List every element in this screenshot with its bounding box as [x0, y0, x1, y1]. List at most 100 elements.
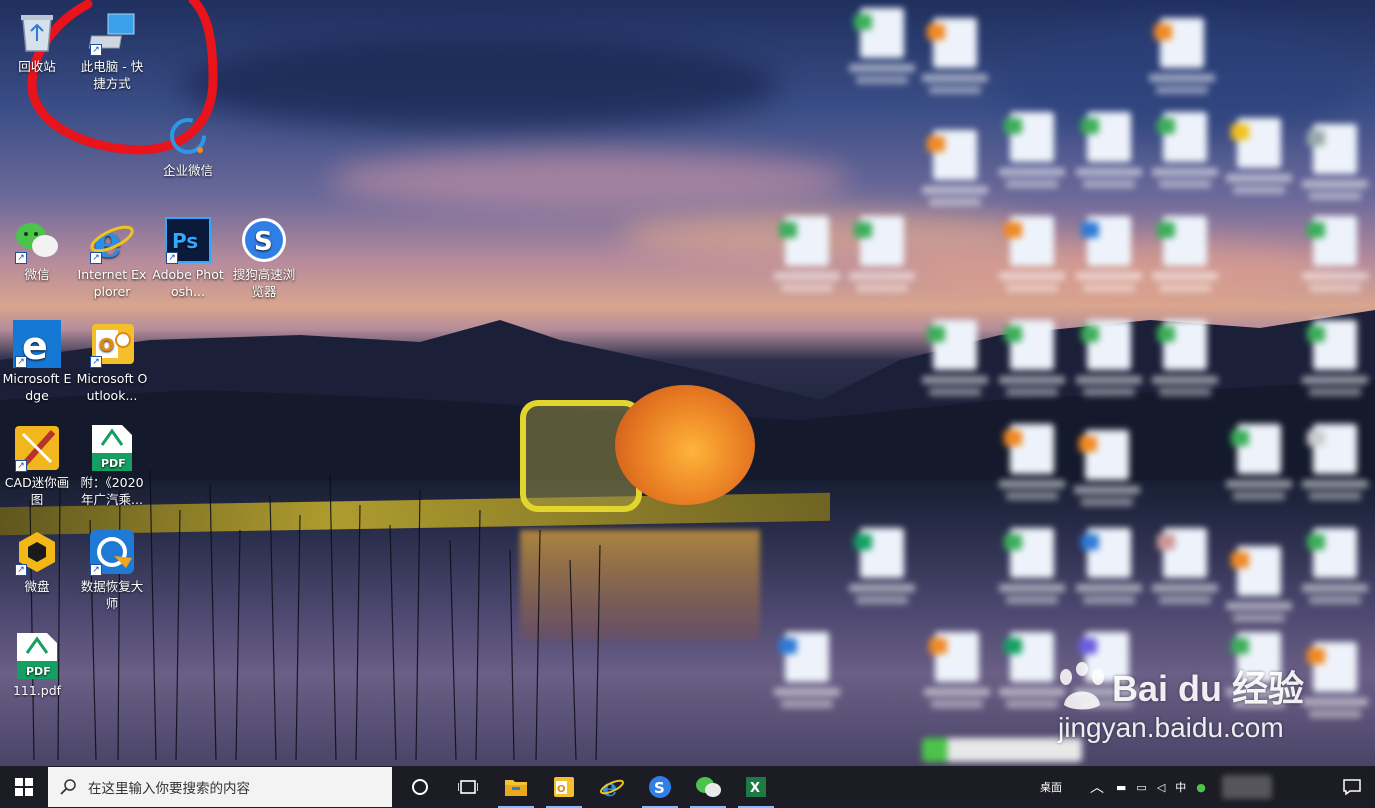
tray-clock[interactable]: [1221, 775, 1272, 799]
taskbar-excel[interactable]: X: [732, 766, 780, 808]
blurred-desktop-icon[interactable]: [1298, 642, 1372, 718]
desktop-icon-recycle-bin[interactable]: 回收站: [0, 8, 74, 75]
tray-app-icon[interactable]: ●: [1196, 781, 1206, 794]
blurred-desktop-icon[interactable]: [1148, 320, 1222, 396]
blurred-desktop-icon[interactable]: [1222, 546, 1296, 622]
desktop-icon-label: 企业微信: [162, 163, 213, 178]
wechat-icon: [696, 777, 721, 797]
desktop-icon-internet-explorer[interactable]: e ↗ Internet Explorer: [75, 216, 149, 300]
data-recovery-icon: ↗: [88, 528, 136, 576]
taskbar-internet-explorer[interactable]: e: [588, 766, 636, 808]
search-placeholder: 在这里输入你要搜索的内容: [88, 781, 250, 797]
desktop-icon-weipan[interactable]: ↗ 微盘: [0, 528, 74, 595]
blurred-desktop-icon[interactable]: [845, 528, 919, 604]
cad-icon: ↗: [13, 424, 61, 472]
blurred-desktop-icon[interactable]: [1298, 528, 1372, 604]
watermark-brand: Bai du 经验: [1112, 668, 1305, 709]
blurred-desktop-icon[interactable]: [995, 320, 1069, 396]
taskbar: 在这里输入你要搜索的内容 O e S X 桌面 ︿ ▬ ▭ ◁ 中 ●: [0, 766, 1375, 808]
cloud: [330, 150, 850, 210]
desktop-icon-label: Internet Explorer: [77, 267, 147, 299]
desktop-icon-cad[interactable]: ↗ CAD迷你画图: [0, 424, 74, 508]
tray-network-icon[interactable]: ▭: [1136, 781, 1146, 794]
tray-ime-label[interactable]: 中: [1175, 779, 1186, 795]
edge-icon: e ↗: [13, 320, 61, 368]
blurred-desktop-icon[interactable]: [845, 216, 919, 292]
blurred-desktop-icon[interactable]: [995, 216, 1069, 292]
taskbar-sogou-browser[interactable]: S: [636, 766, 684, 808]
blurred-desktop-icon[interactable]: [845, 8, 919, 84]
taskbar-search-box[interactable]: 在这里输入你要搜索的内容: [48, 767, 392, 807]
photoshop-icon: Ps ↗: [164, 216, 212, 264]
start-button[interactable]: [0, 766, 48, 808]
desktop-icon-outlook[interactable]: O ↗ Microsoft Outlook...: [75, 320, 149, 404]
taskbar-file-explorer[interactable]: [492, 766, 540, 808]
taskbar-outlook[interactable]: O: [540, 766, 588, 808]
blurred-desktop-icon[interactable]: [918, 320, 992, 396]
blurred-desktop-icon[interactable]: [1298, 424, 1372, 500]
blurred-desktop-icon[interactable]: [995, 528, 1069, 604]
desktop-icon-this-pc[interactable]: ↗ 此电脑 - 快捷方式: [75, 8, 149, 92]
shortcut-arrow-icon: ↗: [90, 356, 102, 368]
pdf-icon: PDF: [13, 632, 61, 680]
blurred-desktop-icon[interactable]: [1148, 112, 1222, 188]
svg-text:PDF: PDF: [26, 665, 51, 678]
svg-text:X: X: [750, 781, 760, 796]
svg-text:O: O: [557, 784, 566, 795]
blurred-desktop-icon[interactable]: [1148, 216, 1222, 292]
blurred-desktop-icon[interactable]: [918, 18, 992, 94]
blurred-desktop-icon[interactable]: [1222, 118, 1296, 194]
blurred-desktop-icon[interactable]: [770, 216, 844, 292]
svg-text:Ps: Ps: [172, 229, 198, 253]
sogou-browser-icon: S: [240, 216, 288, 264]
blurred-desktop-icon[interactable]: [1072, 320, 1146, 396]
desktop-icon-label: 搜狗高速浏览器: [232, 267, 296, 299]
blurred-desktop-icon[interactable]: [918, 130, 992, 206]
desktop-icon-sogou-browser[interactable]: S 搜狗高速浏览器: [227, 216, 301, 300]
blurred-desktop-icon[interactable]: [1072, 528, 1146, 604]
blurred-desktop-icon[interactable]: [1298, 216, 1372, 292]
tray-folder-icon[interactable]: ▬: [1116, 781, 1126, 794]
shortcut-arrow-icon: ↗: [15, 564, 27, 576]
tray-desktop-label[interactable]: 桌面: [1040, 779, 1062, 795]
blurred-desktop-icon[interactable]: [1072, 216, 1146, 292]
desktop-icon-label: 微信: [24, 267, 50, 282]
desktop-icon-photoshop[interactable]: Ps ↗ Adobe Photosh...: [151, 216, 225, 300]
blurred-desktop-icon[interactable]: [1145, 18, 1219, 94]
blurred-desktop-icon[interactable]: [995, 424, 1069, 500]
svg-text:S: S: [254, 227, 273, 257]
task-view-button[interactable]: [444, 766, 492, 808]
tray-chevron-up-icon[interactable]: ︿: [1090, 777, 1104, 797]
desktop-icon-111-pdf[interactable]: PDF 111.pdf: [0, 632, 74, 699]
blurred-desktop-icon[interactable]: [920, 632, 994, 708]
cortana-button[interactable]: [396, 766, 444, 808]
desktop-icon-data-recovery[interactable]: ↗ 数据恢复大师: [75, 528, 149, 612]
windows-logo-icon: [15, 778, 33, 796]
desktop-icon-edge[interactable]: e ↗ Microsoft Edge: [0, 320, 74, 404]
blurred-desktop-icon[interactable]: [1222, 424, 1296, 500]
outlook-icon: O ↗: [88, 320, 136, 368]
taskbar-wechat[interactable]: [684, 766, 732, 808]
desktop-icon-label: 数据恢复大师: [80, 579, 144, 611]
desktop-icon-wechat[interactable]: ↗ 微信: [0, 216, 74, 283]
desktop-icon-wecom[interactable]: 企业微信: [151, 112, 225, 179]
shortcut-arrow-icon: ↗: [15, 460, 27, 472]
baidu-watermark: Bai du 经验 jingyan.baidu.com: [1052, 660, 1304, 744]
shortcut-arrow-icon: ↗: [166, 252, 178, 264]
blurred-desktop-icon[interactable]: [770, 632, 844, 708]
blurred-desktop-icon[interactable]: [1298, 124, 1372, 200]
blurred-desktop-icon[interactable]: [1072, 112, 1146, 188]
desktop-icon-pdf-doc[interactable]: PDF 附：《2020年广汽乘...: [75, 424, 149, 508]
tray-volume-icon[interactable]: ◁: [1157, 781, 1165, 794]
shortcut-arrow-icon: ↗: [15, 356, 27, 368]
blurred-desktop-icon[interactable]: [1070, 430, 1144, 506]
blurred-desktop-icon[interactable]: [995, 112, 1069, 188]
desktop: 回收站 ↗ 此电脑 - 快捷方式 企业微信 ↗ 微信 e ↗ Internet …: [0, 0, 1375, 766]
action-center-button[interactable]: [1328, 766, 1375, 808]
wechat-icon: ↗: [13, 216, 61, 264]
blurred-desktop-icon[interactable]: [1148, 528, 1222, 604]
system-tray: 桌面 ︿ ▬ ▭ ◁ 中 ●: [1040, 766, 1304, 808]
blurred-desktop-icon[interactable]: [1298, 320, 1372, 396]
task-view-icon: [458, 780, 478, 794]
shortcut-arrow-icon: ↗: [90, 564, 102, 576]
